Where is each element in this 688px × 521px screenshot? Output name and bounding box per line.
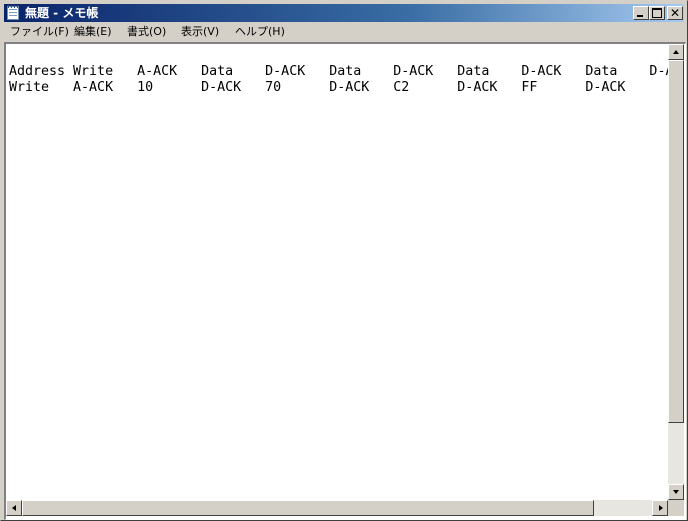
editor-frame: Address Write A-ACK Data D-ACK Data D-AC… [4,42,686,520]
menu-edit[interactable]: 編集(E) [74,23,112,41]
menu-view[interactable]: 表示(V) [181,23,219,41]
arrow-up-icon [673,50,679,54]
maximize-icon [652,8,662,18]
scroll-up-button[interactable] [668,44,684,60]
vertical-scrollbar[interactable] [668,44,684,500]
notepad-window: 無題 - メモ帳 ✕ ファイル(F) 編集(E) 書式(O) 表示(V) ヘルプ… [0,0,688,521]
menu-bar: ファイル(F) 編集(E) 書式(O) 表示(V) ヘルプ(H) [4,23,684,41]
arrow-down-icon [673,490,679,494]
text-editor[interactable]: Address Write A-ACK Data D-ACK Data D-AC… [6,44,668,500]
scroll-left-button[interactable] [6,500,22,516]
horizontal-scrollbar[interactable] [6,500,668,516]
vertical-scroll-thumb[interactable] [668,60,684,423]
title-bar[interactable]: 無題 - メモ帳 ✕ [4,4,684,22]
text-line: Address Write A-ACK Data D-ACK Data D-AC… [9,64,668,79]
minimize-button[interactable] [633,6,649,20]
menu-file[interactable]: ファイル(F) [10,23,69,41]
scroll-right-button[interactable] [652,500,668,516]
arrow-right-icon [659,505,663,511]
close-icon: ✕ [669,6,681,20]
scroll-down-button[interactable] [668,484,684,500]
scrollbar-corner [668,500,684,516]
horizontal-scroll-thumb[interactable] [22,500,594,516]
maximize-button[interactable] [649,6,665,20]
window-title: 無題 - メモ帳 [25,6,99,20]
text-line: Write A-ACK 10 D-ACK 70 D-ACK C2 D-ACK F… [9,80,626,95]
menu-format[interactable]: 書式(O) [127,23,166,41]
menu-help[interactable]: ヘルプ(H) [235,23,285,41]
notepad-icon[interactable] [7,5,19,20]
minimize-icon [637,15,643,17]
arrow-left-icon [12,505,16,511]
close-button[interactable]: ✕ [667,6,683,20]
